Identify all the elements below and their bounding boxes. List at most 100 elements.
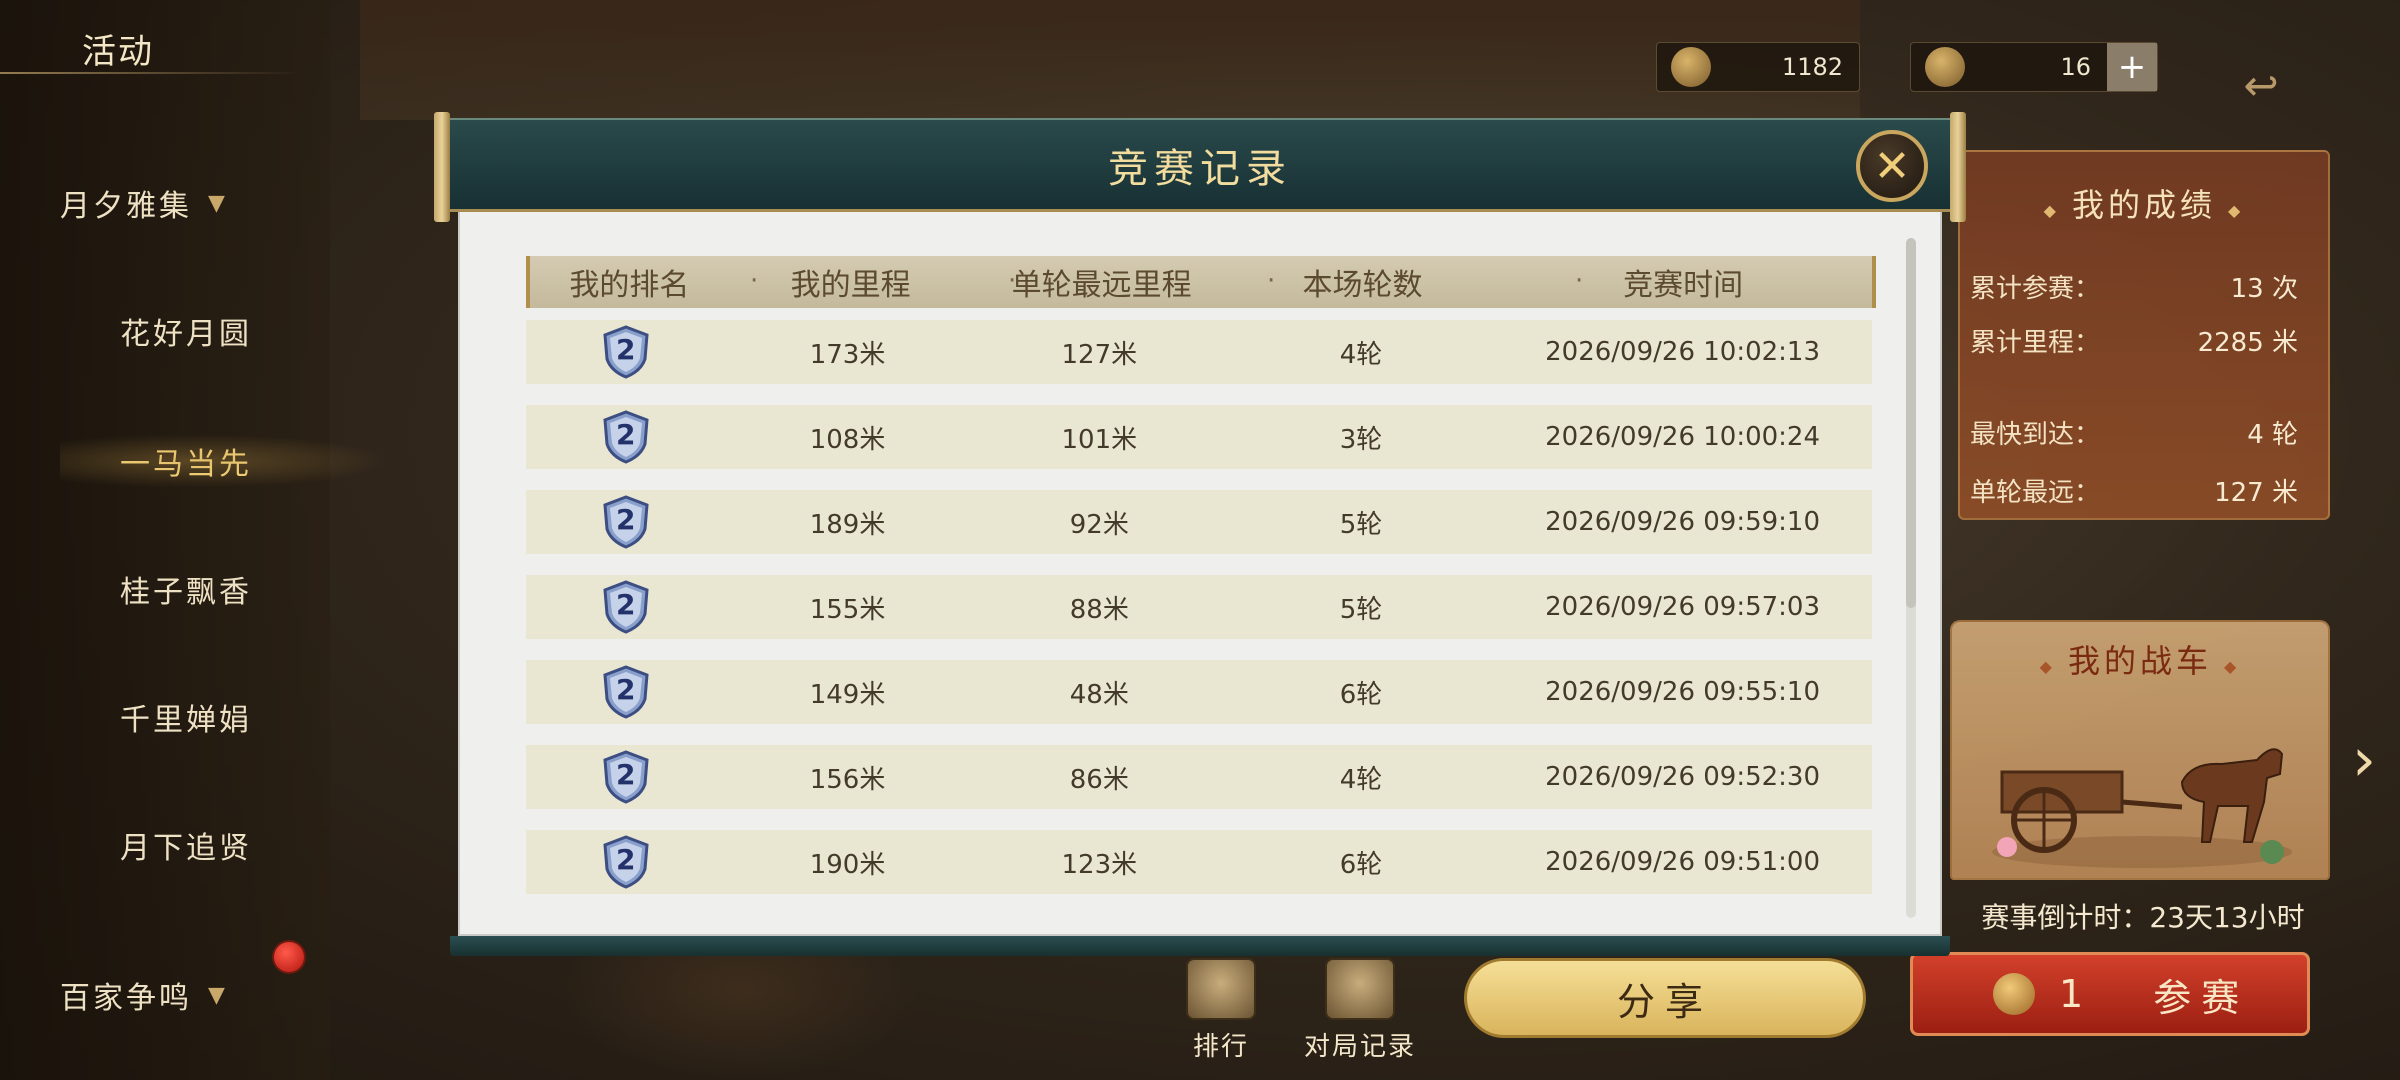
sidebar-item-label: 月夕雅集 xyxy=(60,189,192,224)
join-cost: 1 xyxy=(2059,972,2084,1016)
table-row: 2 149米 48米 6轮 2026/09/26 09:55:10 xyxy=(526,660,1872,724)
diamond-icon: ◆ xyxy=(2039,657,2056,676)
header-rank: 我的排名 xyxy=(569,268,690,303)
rounds-cell: 5轮 xyxy=(1339,594,1383,625)
close-button[interactable]: ✕ xyxy=(1856,130,1928,202)
close-icon: ✕ xyxy=(1873,140,1911,192)
sidebar-item-huahao[interactable]: 花好月圆 xyxy=(120,296,380,366)
resource-mooncake: 16 + xyxy=(1910,42,2158,92)
rank-cell: 2 xyxy=(526,835,725,889)
table-row: 2 155米 88米 5轮 2026/09/26 09:57:03 xyxy=(526,575,1872,639)
header-distance: 我的里程 xyxy=(790,268,911,303)
stat-value: 4 轮 xyxy=(2247,420,2298,450)
stat-label: 累计里程： xyxy=(1970,328,2101,358)
stat-label: 单轮最远： xyxy=(1970,478,2101,508)
chariot-title: ◆ 我的战车 ◆ xyxy=(2039,642,2241,680)
sidebar-item-guizi[interactable]: 桂子飘香 xyxy=(120,554,380,624)
table-row: 2 108米 101米 3轮 2026/09/26 10:00:24 xyxy=(526,405,1872,469)
sidebar-item-qianli[interactable]: 千里婵娟 xyxy=(120,682,380,752)
share-button[interactable]: 分享 xyxy=(1464,958,1866,1038)
rounds-cell: 6轮 xyxy=(1339,849,1383,880)
add-resource-button[interactable]: + xyxy=(2107,43,2157,91)
table-row: 2 156米 86米 4轮 2026/09/26 09:52:30 xyxy=(526,745,1872,809)
time-cell: 2026/09/26 09:59:10 xyxy=(1545,507,1821,537)
distance-cell: 156米 xyxy=(809,764,886,795)
join-label: 参赛 xyxy=(2153,975,2250,1020)
chevron-down-icon: ▼ xyxy=(208,982,228,1008)
header-separator: · xyxy=(1575,266,1584,296)
sidebar-title: 活动 xyxy=(82,32,154,72)
time-cell: 2026/09/26 09:57:03 xyxy=(1545,592,1821,622)
time-cell: 2026/09/26 09:52:30 xyxy=(1545,762,1821,792)
sidebar-item-label: 一马当先 xyxy=(120,447,252,482)
time-cell: 2026/09/26 09:51:00 xyxy=(1545,847,1821,877)
stat-label: 最快到达： xyxy=(1970,420,2101,450)
rank-badge-icon: 2 xyxy=(603,410,649,464)
diamond-icon: ◆ xyxy=(2043,201,2060,220)
join-race-button[interactable]: 1 参赛 xyxy=(1910,952,2310,1036)
stat-best-round: 单轮最远： 127 米 xyxy=(1970,472,2298,512)
sidebar-item-label: 花好月圆 xyxy=(120,317,252,352)
best-distance-cell: 127米 xyxy=(1061,339,1138,370)
activity-sidebar: 活动 月夕雅集 ▼ 花好月圆 一马当先 桂子飘香 千里婵娟 月下追贤 百家争鸣 … xyxy=(0,0,390,1080)
record-table-header: 我的排名 我的里程 单轮最远里程 本场轮数 竞赛时间 · · · · xyxy=(526,256,1876,308)
scrollbar-thumb[interactable] xyxy=(1906,238,1916,608)
modal-footer-bar xyxy=(450,936,1950,956)
my-chariot-panel[interactable]: ◆ 我的战车 ◆ xyxy=(1950,620,2330,880)
food-icon xyxy=(1671,47,1711,87)
distance-cell: 190米 xyxy=(809,849,886,880)
ranking-label: 排行 xyxy=(1192,1032,1249,1062)
chevron-right-icon[interactable]: › xyxy=(2344,710,2384,810)
sidebar-item-label: 百家争鸣 xyxy=(60,981,192,1016)
best-distance-cell: 48米 xyxy=(1069,679,1129,710)
best-distance-cell: 88米 xyxy=(1069,594,1129,625)
diamond-icon: ◆ xyxy=(2224,657,2241,676)
sidebar-item-yuexia[interactable]: 月下追贤 xyxy=(120,810,380,880)
results-title: ◆ 我的成绩 ◆ xyxy=(2043,186,2245,224)
scroll-icon xyxy=(1325,958,1395,1020)
notification-dot xyxy=(272,940,306,974)
header-separator: · xyxy=(1008,266,1017,296)
stat-total-matches: 累计参赛： 13 次 xyxy=(1970,268,2298,308)
resource-mooncake-value: 16 xyxy=(2060,53,2091,81)
table-row: 2 173米 127米 4轮 2026/09/26 10:02:13 xyxy=(526,320,1872,384)
time-cell: 2026/09/26 09:55:10 xyxy=(1545,677,1821,707)
time-cell: 2026/09/26 10:02:13 xyxy=(1545,337,1821,367)
my-results-panel: ◆ 我的成绩 ◆ 累计参赛： 13 次 累计里程： 2285 米 最快到达： 4 轮… xyxy=(1958,150,2330,520)
event-countdown: 赛事倒计时：23天13小时 xyxy=(1981,901,2305,934)
table-row: 2 189米 92米 5轮 2026/09/26 09:59:10 xyxy=(526,490,1872,554)
sidebar-item-yima[interactable]: 一马当先 xyxy=(60,426,390,496)
match-history-label: 对局记录 xyxy=(1303,1032,1416,1062)
resource-food-value: 1182 xyxy=(1781,53,1843,81)
diamond-icon: ◆ xyxy=(2228,201,2245,220)
match-history-button[interactable]: 对局记录 xyxy=(1300,958,1420,1068)
sidebar-item-label: 月下追贤 xyxy=(120,831,252,866)
rounds-cell: 4轮 xyxy=(1339,764,1383,795)
rounds-cell: 5轮 xyxy=(1339,509,1383,540)
sidebar-item-label: 桂子飘香 xyxy=(120,575,252,610)
modal-title: 竞赛记录 xyxy=(1108,146,1292,192)
back-icon[interactable]: ↩ xyxy=(2218,61,2304,110)
chevron-down-icon: ▼ xyxy=(208,190,228,216)
rank-cell: 2 xyxy=(526,325,725,379)
modal-header: 竞赛记录 ✕ xyxy=(434,112,1966,222)
rank-cell: 2 xyxy=(526,750,725,804)
best-distance-cell: 92米 xyxy=(1069,509,1129,540)
rounds-cell: 4轮 xyxy=(1339,339,1383,370)
rank-cell: 2 xyxy=(526,580,725,634)
ranking-button[interactable]: 排行 xyxy=(1166,958,1276,1068)
rank-cell: 2 xyxy=(526,410,725,464)
stat-value: 13 次 xyxy=(2230,274,2298,304)
rank-badge-icon: 2 xyxy=(603,580,649,634)
mooncake-icon xyxy=(1925,47,1965,87)
rank-badge-icon: 2 xyxy=(603,495,649,549)
distance-cell: 149米 xyxy=(809,679,886,710)
rank-badge-icon: 2 xyxy=(603,835,649,889)
sidebar-item-yuexi[interactable]: 月夕雅集 ▼ xyxy=(60,168,320,238)
stat-label: 累计参赛： xyxy=(1970,274,2101,304)
distance-cell: 189米 xyxy=(809,509,886,540)
rank-cell: 2 xyxy=(526,665,725,719)
sidebar-divider xyxy=(0,72,300,74)
stat-fastest: 最快到达： 4 轮 xyxy=(1970,414,2298,454)
record-scrollbar[interactable] xyxy=(1906,238,1916,918)
